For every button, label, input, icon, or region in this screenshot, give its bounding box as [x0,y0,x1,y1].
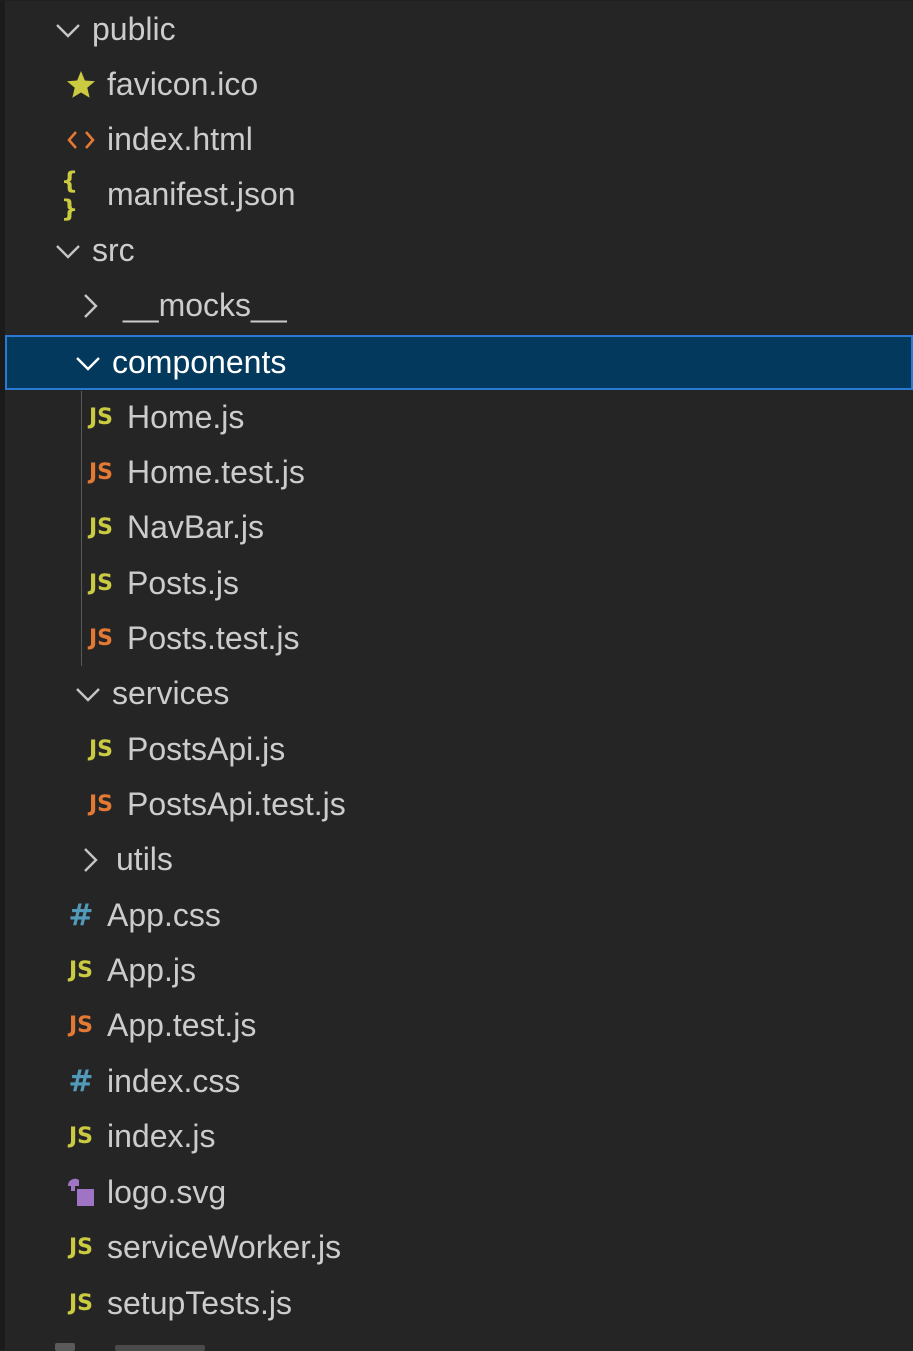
js-icon: JS [68,958,94,983]
file-label: Posts.js [127,565,240,601]
svg-icon [61,1165,101,1220]
chevron-down-icon [68,666,108,721]
chevron-down-icon [68,335,108,390]
js-test-icon: JS [88,460,114,485]
file-serviceworker-js[interactable]: JS serviceWorker.js [5,1220,913,1275]
file-label: PostsApi.test.js [127,786,346,822]
folder-label: components [112,344,287,380]
file-label: PostsApi.js [127,731,286,767]
js-icon: JS [88,737,114,762]
file-app-css[interactable]: # App.css [5,888,913,943]
js-test-icon: JS [88,626,114,651]
file-index-html[interactable]: index.html [5,112,913,167]
file-navbar-js[interactable]: JS NavBar.js [5,500,913,555]
file-label: index.html [107,121,253,157]
file-postsapi-js[interactable]: JS PostsApi.js [5,722,913,777]
chevron-right-icon [70,278,110,333]
js-test-icon: JS [68,1013,94,1038]
folder-label: src [92,232,135,268]
file-posts-js[interactable]: JS Posts.js [5,556,913,611]
folder-public[interactable]: public [5,2,913,57]
file-app-js[interactable]: JS App.js [5,943,913,998]
file-explorer-tree: public favicon.ico index.html { } manife… [0,0,913,1351]
file-label: logo.svg [107,1174,227,1210]
file-index-js[interactable]: JS index.js [5,1109,913,1164]
file-postsapi-test-js[interactable]: JS PostsApi.test.js [5,777,913,832]
file-favicon[interactable]: favicon.ico [5,57,913,112]
chevron-right-icon [70,832,110,887]
js-icon: JS [88,405,114,430]
css-icon: # [68,898,94,933]
file-label: NavBar.js [127,509,264,545]
star-icon [61,57,101,112]
file-label: Posts.test.js [127,620,300,656]
folder-label: __mocks__ [123,287,287,323]
file-app-test-js[interactable]: JS App.test.js [5,998,913,1053]
file-index-css[interactable]: # index.css [5,1054,913,1109]
file-label: index.js [107,1118,216,1154]
js-icon: JS [88,515,114,540]
folder-components[interactable]: components [5,335,913,390]
js-icon: JS [68,1235,94,1260]
clipped-row-label [115,1345,205,1351]
folder-mocks[interactable]: __mocks__ [5,278,913,333]
file-label: serviceWorker.js [107,1229,342,1265]
file-label: App.test.js [107,1007,257,1043]
chevron-down-icon [48,223,88,278]
file-posts-test-js[interactable]: JS Posts.test.js [5,611,913,666]
file-label: index.css [107,1063,241,1099]
css-icon: # [68,1064,94,1099]
file-label: App.css [107,897,221,933]
file-home-test-js[interactable]: JS Home.test.js [5,445,913,500]
chevron-down-icon [48,2,88,57]
file-label: Home.test.js [127,454,305,490]
js-icon: JS [68,1291,94,1316]
file-manifest-json[interactable]: { } manifest.json [5,166,913,223]
file-label: App.js [107,952,196,988]
folder-label: services [112,675,230,711]
html-icon [61,112,101,167]
file-label: favicon.ico [107,66,259,102]
folder-label: utils [116,841,173,877]
js-icon: JS [68,1124,94,1149]
file-label: setupTests.js [107,1285,292,1321]
js-icon: JS [88,571,114,596]
file-home-js[interactable]: JS Home.js [5,390,913,445]
folder-services[interactable]: services [5,666,913,721]
file-logo-svg[interactable]: logo.svg [5,1165,913,1220]
json-icon: { } [61,166,80,223]
js-test-icon: JS [88,792,114,817]
file-label: Home.js [127,399,245,435]
folder-label: public [92,11,176,47]
folder-utils[interactable]: utils [5,832,913,887]
file-label: manifest.json [107,176,296,212]
file-setuptests-js[interactable]: JS setupTests.js [5,1276,913,1331]
folder-src[interactable]: src [5,223,913,278]
